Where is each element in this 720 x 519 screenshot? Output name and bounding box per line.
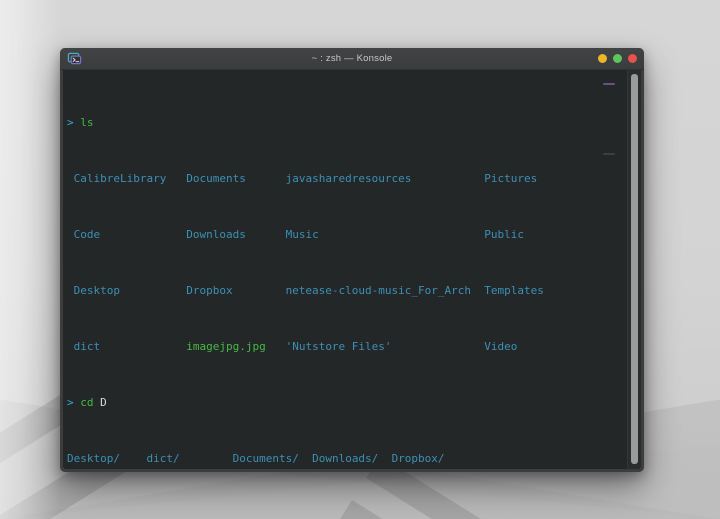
desktop-background: ~ : zsh — Konsole > ls CalibreLibrary Do… [0, 0, 720, 519]
ls-entry: CalibreLibrary [73, 172, 167, 185]
window-controls [598, 54, 637, 63]
ls-entry: netease-cloud-music_For_Arch [285, 284, 471, 297]
ls-entry: Music [285, 228, 319, 241]
ls-entry: Templates [484, 284, 544, 297]
prompt-marker-ls [603, 83, 615, 85]
terminal-line-ls-row: CalibreLibrary Documents javasharedresou… [67, 172, 627, 186]
terminal-line-ls-row: Code Downloads Music Public [67, 228, 627, 242]
minimize-button[interactable] [598, 54, 607, 63]
terminal-line-ls-row: Desktop Dropbox netease-cloud-music_For_… [67, 284, 627, 298]
completion-item-desktop[interactable]: Desktop/ [67, 452, 120, 465]
command-text: ls [80, 116, 94, 129]
ls-entry: Dropbox [186, 284, 233, 297]
konsole-window[interactable]: ~ : zsh — Konsole > ls CalibreLibrary Do… [60, 48, 644, 472]
ls-entry: Downloads [186, 228, 246, 241]
ls-entry: Desktop [73, 284, 120, 297]
window-titlebar[interactable]: ~ : zsh — Konsole [60, 48, 644, 70]
window-title: ~ : zsh — Konsole [311, 53, 393, 64]
ls-entry: Code [73, 228, 101, 241]
terminal-scrollbar[interactable] [627, 70, 641, 469]
maximize-button[interactable] [613, 54, 622, 63]
terminal-line-command-cd: > cd D [67, 396, 627, 410]
ls-entry: 'Nutstore Files' [285, 340, 392, 353]
ls-entry: Public [484, 228, 525, 241]
scrollbar-thumb[interactable] [631, 74, 638, 464]
prompt-marker-cd [603, 153, 615, 155]
command-argument: D [100, 396, 107, 409]
terminal-body[interactable]: > ls CalibreLibrary Documents javashared… [63, 70, 641, 469]
ls-entry: Documents [186, 172, 246, 185]
close-button[interactable] [628, 54, 637, 63]
ls-entry: javasharedresources [285, 172, 412, 185]
completion-item-dict[interactable]: dict/ [146, 452, 179, 465]
terminal-screen[interactable]: > ls CalibreLibrary Documents javashared… [63, 70, 627, 469]
terminal-line-command-ls: > ls [67, 116, 627, 130]
terminal-line-completions[interactable]: Desktop/ dict/ Documents/ Downloads/ Dro… [67, 452, 627, 466]
ls-entry: Video [484, 340, 518, 353]
ls-entry: dict [73, 340, 101, 353]
konsole-icon [67, 52, 82, 65]
ls-entry: imagejpg.jpg [186, 340, 266, 353]
prompt-symbol: > [67, 396, 74, 409]
ls-entry: Pictures [484, 172, 538, 185]
completion-item-dropbox[interactable]: Dropbox/ [392, 452, 445, 465]
completion-item-documents[interactable]: Documents/ [233, 452, 299, 465]
completion-item-downloads[interactable]: Downloads/ [312, 452, 378, 465]
prompt-symbol: > [67, 116, 74, 129]
terminal-line-ls-row: dict imagejpg.jpg 'Nutstore Files' Video [67, 340, 627, 354]
command-text: cd [80, 396, 94, 409]
